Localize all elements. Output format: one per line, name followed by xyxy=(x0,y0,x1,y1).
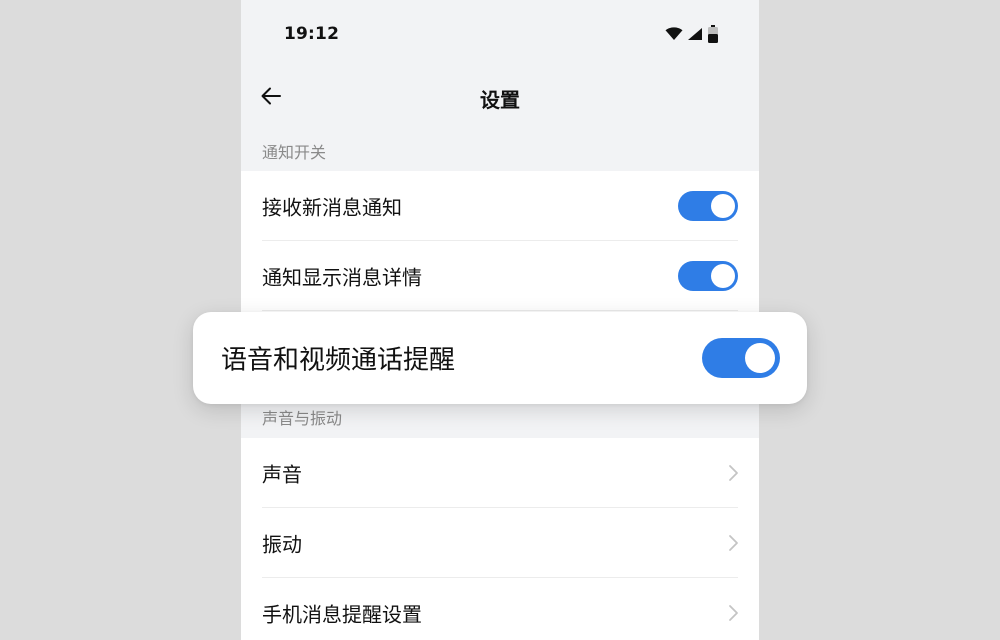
row-label: 接收新消息通知 xyxy=(262,195,402,220)
toggle-knob xyxy=(745,343,775,373)
popup-label: 语音和视频通话提醒 xyxy=(221,345,456,376)
battery-icon xyxy=(708,25,718,43)
chevron-right-icon xyxy=(729,605,738,621)
toggle-knob xyxy=(711,194,735,218)
chevron-right-icon xyxy=(729,535,738,551)
section-header-notification: 通知开关 xyxy=(262,143,327,162)
list-item[interactable]: 手机消息提醒设置 xyxy=(241,578,759,640)
list-item[interactable]: 声音 xyxy=(241,438,759,508)
toggle-knob xyxy=(711,264,735,288)
row-label: 通知显示消息详情 xyxy=(262,265,422,290)
section-header-sound: 声音与振动 xyxy=(262,409,343,428)
row-label: 手机消息提醒设置 xyxy=(262,602,422,627)
call-reminder-popup[interactable]: 语音和视频通话提醒 xyxy=(193,312,807,404)
chevron-right-icon xyxy=(729,465,738,481)
row-label: 声音 xyxy=(262,462,302,487)
sound-card: 声音 振动 手机消息提醒设置 xyxy=(241,438,759,640)
row-label: 振动 xyxy=(262,532,302,557)
status-bar: 19:12 xyxy=(241,0,759,68)
status-icons xyxy=(665,25,719,43)
list-item[interactable]: 接收新消息通知 xyxy=(241,171,759,241)
list-item[interactable]: 通知显示消息详情 xyxy=(241,241,759,311)
receive-notification-toggle[interactable] xyxy=(678,191,738,221)
page-title: 设置 xyxy=(480,88,520,112)
signal-icon xyxy=(688,28,702,40)
nav-bar: 设置 xyxy=(241,68,759,126)
wifi-icon xyxy=(665,27,683,40)
list-item[interactable]: 振动 xyxy=(241,508,759,578)
call-reminder-toggle[interactable] xyxy=(702,338,780,378)
show-details-toggle[interactable] xyxy=(678,261,738,291)
status-time: 19:12 xyxy=(284,24,340,44)
